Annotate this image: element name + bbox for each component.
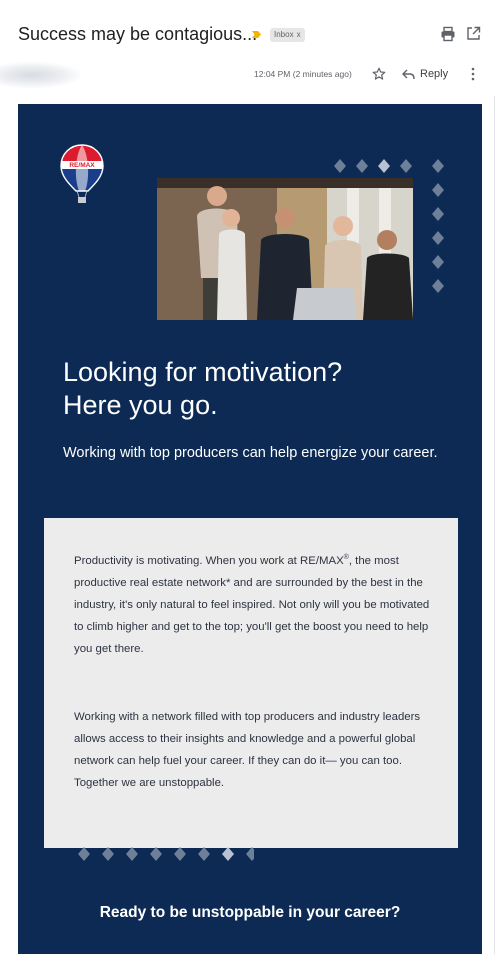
star-icon[interactable]	[372, 67, 386, 81]
inbox-label-chip[interactable]: Inbox x	[270, 28, 305, 42]
team-photo	[157, 178, 413, 320]
headline-line-1: Looking for motivation?	[63, 357, 343, 387]
headline: Looking for motivation? Here you go.	[63, 356, 463, 422]
more-vert-icon[interactable]	[470, 67, 476, 81]
remove-label-icon[interactable]: x	[297, 30, 301, 39]
diamond-pattern-vertical	[432, 159, 444, 293]
message-timestamp: 12:04 PM (2 minutes ago)	[254, 69, 352, 79]
email-body: RE/MAX Looking for motivation? Here you …	[18, 104, 482, 954]
message-meta-row: 12:04 PM (2 minutes ago) Reply	[0, 62, 500, 94]
inbox-label-text: Inbox	[274, 30, 294, 39]
sender-avatar-blurred	[0, 62, 80, 88]
para1-start: Productivity is motivating. When you wor…	[74, 555, 344, 567]
print-icon[interactable]	[440, 26, 456, 42]
body-paragraph-1: Productivity is motivating. When you wor…	[74, 550, 434, 660]
open-in-new-window-icon[interactable]	[466, 26, 481, 41]
content-panel: Productivity is motivating. When you wor…	[44, 518, 458, 848]
headline-line-2: Here you go.	[63, 390, 218, 420]
subject-row: Success may be contagious... Inbox x	[0, 0, 500, 62]
scroll-edge-divider	[494, 96, 495, 954]
important-marker-icon[interactable]	[252, 31, 261, 38]
subheadline: Working with top producers can help ener…	[63, 445, 438, 461]
diamond-pattern-top	[334, 159, 412, 173]
reply-button[interactable]: Reply	[402, 64, 448, 84]
reply-label: Reply	[420, 68, 449, 80]
reply-arrow-icon	[402, 69, 415, 79]
email-subject: Success may be contagious...	[18, 24, 258, 44]
para1-end: , the most productive real estate networ…	[74, 555, 430, 655]
hot-air-balloon-logo: RE/MAX	[60, 144, 104, 203]
logo-wordmark: RE/MAX	[69, 162, 95, 169]
diamond-pattern-bottom	[78, 847, 254, 861]
body-paragraph-2: Working with a network filled with top p…	[74, 711, 421, 789]
cta-heading: Ready to be unstoppable in your career?	[99, 904, 401, 921]
